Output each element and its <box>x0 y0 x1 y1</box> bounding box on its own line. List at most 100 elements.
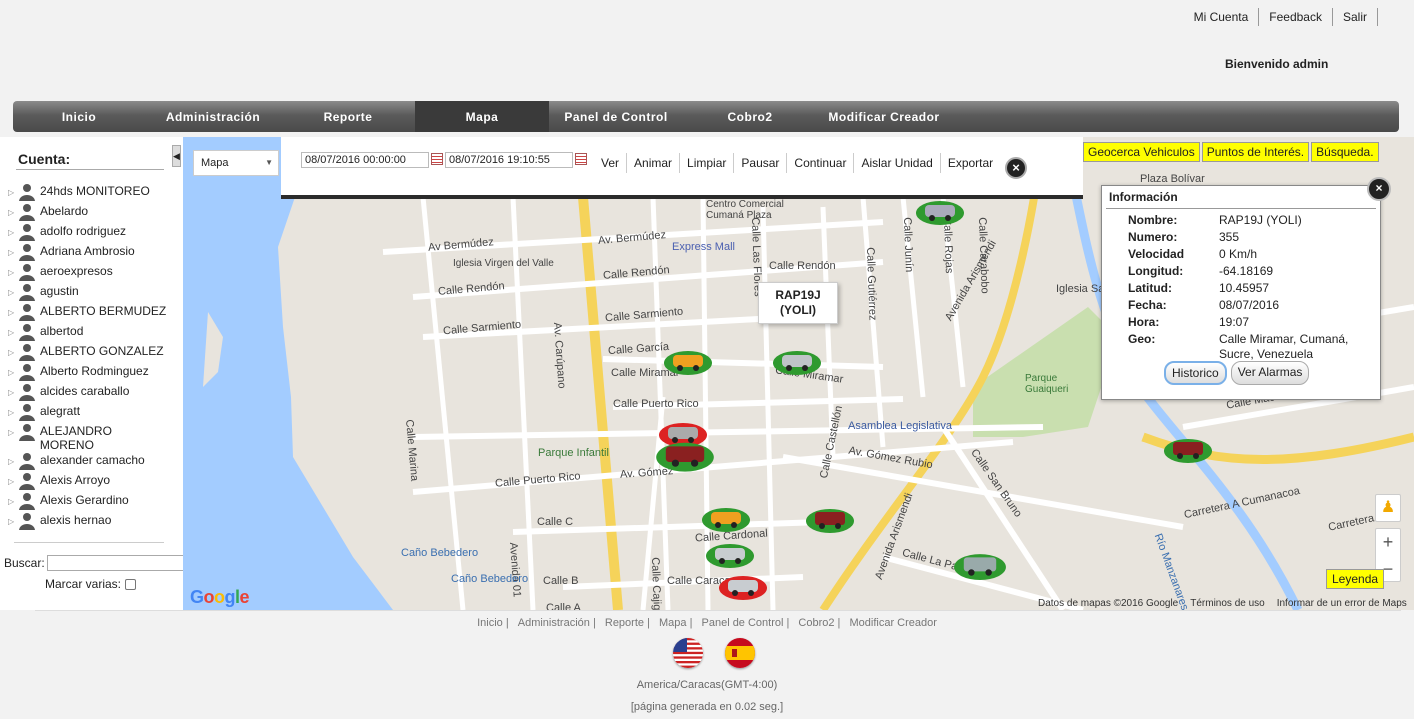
vehicle-marker[interactable] <box>701 504 751 534</box>
account-item[interactable]: ▷ alexis hernao <box>8 512 168 532</box>
us-flag-icon[interactable] <box>673 638 703 668</box>
vehicle-marker[interactable] <box>663 347 713 377</box>
zoom-in-button[interactable]: + <box>1376 529 1400 556</box>
footer-link-panel[interactable]: Panel de Control | <box>702 617 790 629</box>
expand-arrow-icon[interactable]: ▷ <box>8 226 18 240</box>
date-to-input[interactable]: 08/07/2016 19:10:55 <box>445 152 573 168</box>
salir-link[interactable]: Salir <box>1333 8 1378 26</box>
expand-arrow-icon[interactable]: ▷ <box>8 206 18 220</box>
account-item[interactable]: ▷ alexander camacho <box>8 452 168 472</box>
collapse-sidebar-button[interactable]: ◀ <box>172 145 181 167</box>
vehicle-marker[interactable] <box>705 540 755 570</box>
close-icon[interactable]: × <box>1367 177 1391 201</box>
terms-link[interactable]: Términos de uso <box>1190 598 1264 609</box>
account-item[interactable]: ▷ Abelardo <box>8 203 168 223</box>
expand-arrow-icon[interactable]: ▷ <box>8 286 18 300</box>
ver-button[interactable]: Ver <box>594 153 626 173</box>
nav-administracion[interactable]: Administración <box>145 101 281 132</box>
account-item[interactable]: ▷ alegratt <box>8 403 168 423</box>
date-from-input[interactable]: 08/07/2016 00:00:00 <box>301 152 429 168</box>
account-item[interactable]: ▷ adolfo rodriguez <box>8 223 168 243</box>
person-icon <box>19 344 35 361</box>
report-error-link[interactable]: Informar de un error de Maps <box>1277 598 1407 609</box>
expand-arrow-icon[interactable]: ▷ <box>8 455 18 469</box>
continuar-button[interactable]: Continuar <box>786 153 853 173</box>
busqueda-button[interactable]: Búsqueda. <box>1311 142 1379 162</box>
vehicle-marker[interactable] <box>1163 435 1213 465</box>
nav-panel-control[interactable]: Panel de Control <box>549 101 683 132</box>
vehicle-marker[interactable] <box>655 437 715 475</box>
expand-arrow-icon[interactable]: ▷ <box>8 326 18 340</box>
nav-cobro2[interactable]: Cobro2 <box>683 101 817 132</box>
expand-arrow-icon[interactable]: ▷ <box>8 495 18 509</box>
info-row: Numero: 355 <box>1128 229 1369 246</box>
expand-arrow-icon[interactable]: ▷ <box>8 346 18 360</box>
multi-select-checkbox[interactable] <box>125 578 137 590</box>
landmark-label: Express Mall <box>672 241 735 253</box>
pausar-button[interactable]: Pausar <box>733 153 786 173</box>
exportar-button[interactable]: Exportar <box>939 153 1000 173</box>
account-item[interactable]: ▷ Alexis Gerardino <box>8 492 168 512</box>
vehicle-marker-selected[interactable] <box>772 347 822 377</box>
expand-arrow-icon[interactable]: ▷ <box>8 406 18 420</box>
vehicle-marker[interactable] <box>953 549 1007 583</box>
account-item[interactable]: ▷ Alexis Arroyo <box>8 472 168 492</box>
calendar-icon[interactable] <box>575 153 587 165</box>
expand-arrow-icon[interactable]: ▷ <box>8 386 18 400</box>
vehicle-marker[interactable] <box>915 197 965 227</box>
expand-arrow-icon[interactable]: ▷ <box>8 186 18 200</box>
ver-alarmas-button[interactable]: Ver Alarmas <box>1230 361 1310 385</box>
nav-mapa[interactable]: Mapa <box>415 101 549 132</box>
person-icon <box>19 264 35 281</box>
calendar-icon[interactable] <box>431 153 443 165</box>
account-item[interactable]: ▷ alcides caraballo <box>8 383 168 403</box>
leyenda-button[interactable]: Leyenda <box>1326 569 1385 589</box>
account-item[interactable]: ▷ agustin <box>8 283 168 303</box>
info-row: Latitud: 10.45957 <box>1128 280 1369 297</box>
vehicle-marker[interactable] <box>718 572 768 602</box>
feedback-link[interactable]: Feedback <box>1259 8 1333 26</box>
street-view-pegman-icon[interactable]: ♟ <box>1375 494 1401 522</box>
account-item[interactable]: ▷ ALBERTO BERMUDEZ <box>8 303 168 323</box>
account-item[interactable]: ▷ albertod <box>8 323 168 343</box>
account-item[interactable]: ▷ aeroexpresos <box>8 263 168 283</box>
map-canvas[interactable]: Av Bermúdez Av. Bermúdez Iglesia Virgen … <box>183 137 1414 610</box>
main-navbar: Inicio Administración Reporte Mapa Panel… <box>13 101 1399 132</box>
expand-arrow-icon[interactable]: ▷ <box>8 515 18 529</box>
vehicle-marker[interactable] <box>805 505 855 535</box>
historico-button[interactable]: Historico <box>1164 361 1227 385</box>
footer-link-reporte[interactable]: Reporte | <box>605 617 650 629</box>
footer-link-inicio[interactable]: Inicio | <box>477 617 509 629</box>
footer-link-cobro2[interactable]: Cobro2 | <box>798 617 840 629</box>
limpiar-button[interactable]: Limpiar <box>679 153 733 173</box>
nav-reporte[interactable]: Reporte <box>281 101 415 132</box>
expand-arrow-icon[interactable]: ▷ <box>8 475 18 489</box>
account-item[interactable]: ▷ Alberto Rodminguez <box>8 363 168 383</box>
account-list[interactable]: ▷ 24hds MONITOREO ▷ Abelardo ▷ adolfo rodrigu… <box>8 183 168 543</box>
expand-arrow-icon[interactable]: ▷ <box>8 246 18 260</box>
expand-arrow-icon[interactable]: ▷ <box>8 426 18 440</box>
search-input[interactable] <box>46 555 195 571</box>
account-item[interactable]: ▷ ALBERTO GONZALEZ <box>8 343 168 363</box>
footer-link-administracion[interactable]: Administración | <box>518 617 596 629</box>
account-item[interactable]: ▷ Adriana Ambrosio <box>8 243 168 263</box>
footer-nav: Inicio | Administración | Reporte | Mapa… <box>0 617 1414 629</box>
street-label: Calle Gutiérrez <box>864 247 879 321</box>
spain-flag-icon[interactable] <box>725 638 755 668</box>
footer-link-modificar[interactable]: Modificar Creador <box>849 617 936 629</box>
aislar-unidad-button[interactable]: Aislar Unidad <box>853 153 939 173</box>
mi-cuenta-link[interactable]: Mi Cuenta <box>1184 8 1260 26</box>
animar-button[interactable]: Animar <box>626 153 679 173</box>
expand-arrow-icon[interactable]: ▷ <box>8 366 18 380</box>
account-item[interactable]: ▷ 24hds MONITOREO <box>8 183 168 203</box>
puntos-interes-button[interactable]: Puntos de Interés. <box>1201 142 1310 162</box>
nav-inicio[interactable]: Inicio <box>13 101 145 132</box>
expand-arrow-icon[interactable]: ▷ <box>8 306 18 320</box>
close-icon[interactable]: × <box>1005 157 1027 179</box>
map-type-select[interactable]: Mapa ▼ <box>193 150 279 176</box>
footer-link-mapa[interactable]: Mapa | <box>659 617 692 629</box>
nav-modificar-creador[interactable]: Modificar Creador <box>817 101 951 132</box>
account-item[interactable]: ▷ ALEJANDRO MORENO <box>8 423 168 452</box>
geocerca-button[interactable]: Geocerca Vehiculos <box>1083 142 1200 162</box>
expand-arrow-icon[interactable]: ▷ <box>8 266 18 280</box>
